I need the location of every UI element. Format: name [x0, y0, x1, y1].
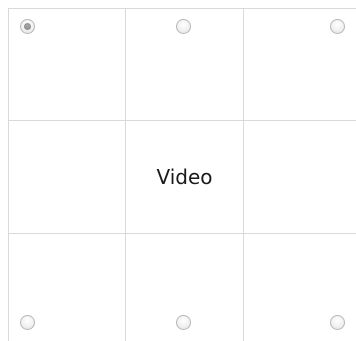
position-radio-top-right[interactable] [330, 19, 345, 34]
grid-line-vertical-left [8, 8, 9, 341]
center-label: Video [156, 165, 213, 189]
grid-line-vertical-2 [243, 8, 244, 341]
position-radio-bottom-center[interactable] [176, 315, 191, 330]
position-radio-bottom-left[interactable] [20, 315, 35, 330]
position-radio-bottom-right[interactable] [330, 315, 345, 330]
grid-line-horizontal-top [8, 8, 356, 9]
grid-line-horizontal-2 [8, 233, 356, 234]
video-position-grid: Video [0, 0, 356, 341]
position-radio-top-left[interactable] [20, 19, 35, 34]
position-radio-top-center[interactable] [176, 19, 191, 34]
